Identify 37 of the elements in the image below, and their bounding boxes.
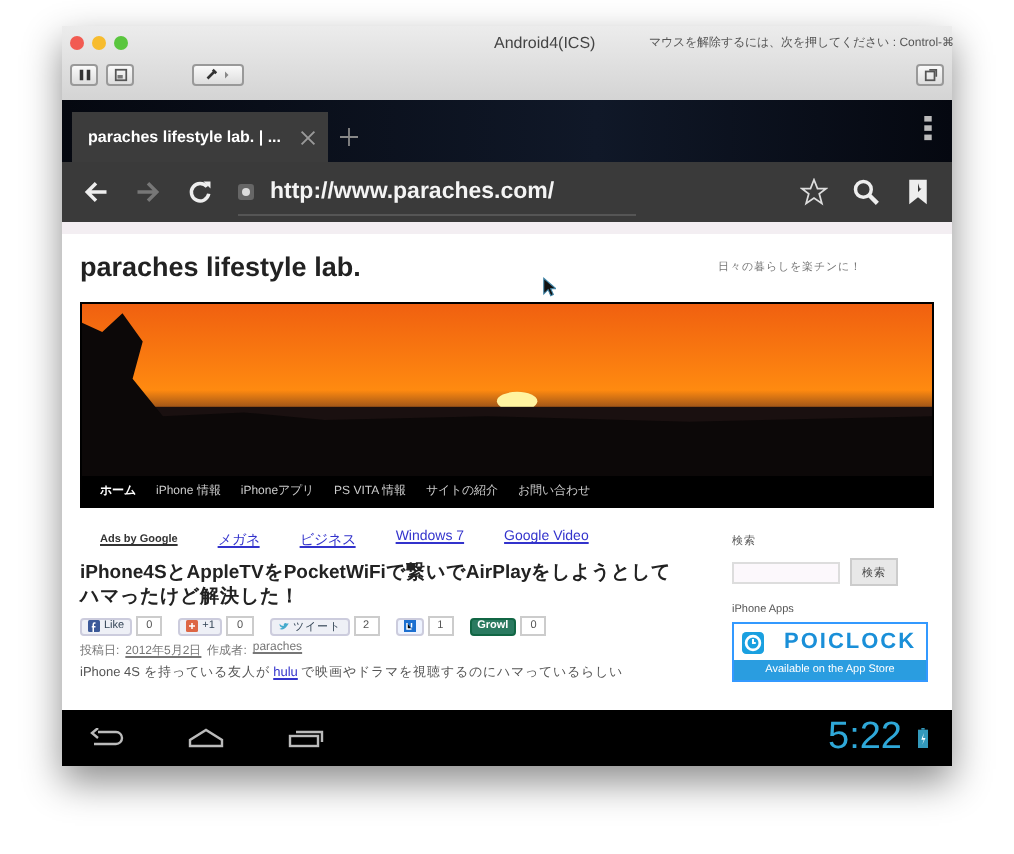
clock-time: 5:22 (828, 716, 902, 760)
screenshot-icon (113, 67, 127, 81)
settings-button[interactable] (192, 63, 244, 85)
hatena-share-button[interactable] (395, 617, 424, 635)
post-title[interactable]: iPhone4SとAppleTVをPocketWiFiで繋いでAirPlayをしようとしてハマったけど解決した！ (80, 562, 680, 610)
forward-icon[interactable] (134, 178, 162, 206)
google-logo-icon (186, 620, 199, 632)
banner-title: POICLOCK (784, 630, 917, 654)
facebook-logo-icon (88, 620, 100, 632)
mouse-cursor-icon (542, 276, 556, 298)
pause-button[interactable] (70, 63, 98, 85)
close-icon[interactable] (300, 129, 316, 145)
home-icon[interactable] (186, 728, 226, 748)
hatena-logo-icon (403, 620, 416, 632)
reload-icon[interactable] (186, 178, 214, 206)
battery-icon (918, 728, 928, 748)
back-icon[interactable] (86, 728, 126, 748)
search-field[interactable] (732, 561, 840, 583)
menu-icon[interactable] (924, 116, 932, 142)
close-icon[interactable] (70, 35, 84, 49)
recent-apps-icon[interactable] (286, 728, 326, 748)
window-title: Android4(ICS) (494, 33, 596, 51)
new-tab-icon[interactable] (340, 128, 358, 146)
pause-icon (77, 67, 91, 81)
bookmarks-icon[interactable] (904, 178, 932, 206)
search-icon[interactable] (852, 178, 880, 206)
twitter-logo-icon (277, 620, 289, 632)
windows-icon (923, 67, 937, 81)
star-icon[interactable] (800, 178, 828, 206)
snapshot-button[interactable] (106, 63, 134, 85)
site-title[interactable]: paraches lifestyle lab. (80, 251, 361, 281)
browser-tab[interactable]: paraches lifestyle lab. | ... (72, 112, 328, 162)
window-mode-button[interactable] (916, 63, 944, 85)
back-icon[interactable] (82, 178, 110, 206)
clock-icon (742, 631, 764, 653)
favicon-icon (238, 183, 254, 199)
wrench-icon (202, 67, 234, 81)
